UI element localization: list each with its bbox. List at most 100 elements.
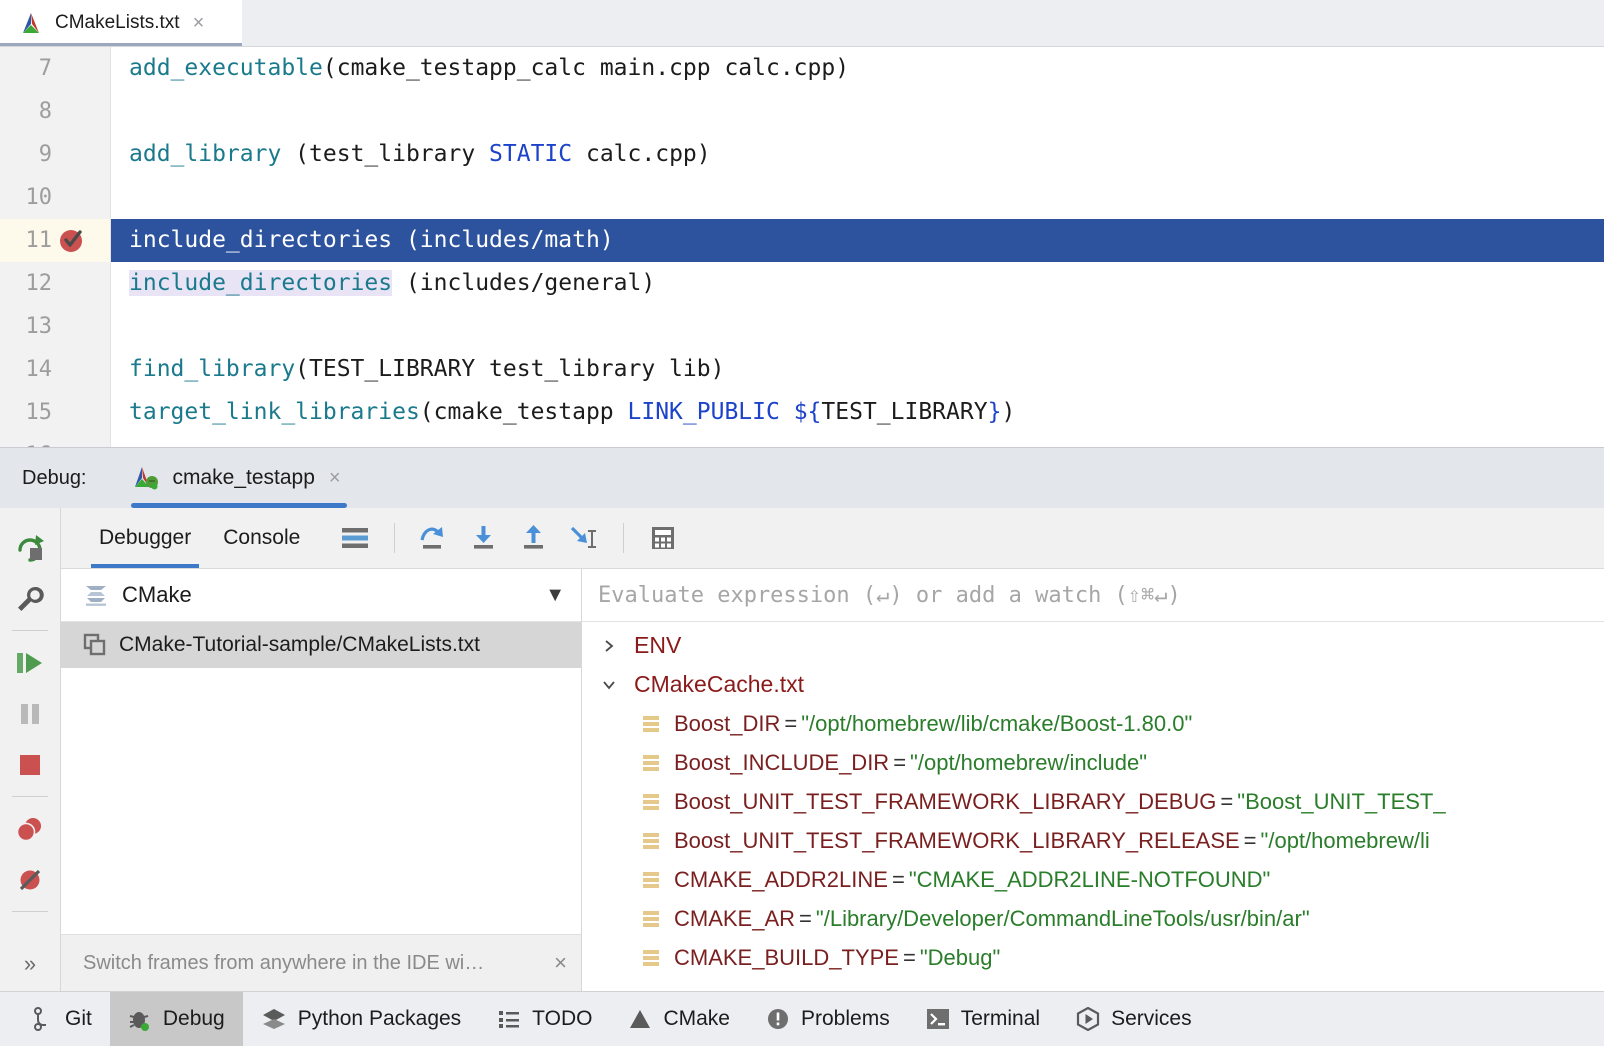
code-line[interactable]: 7 add_executable(cmake_testapp_calc main.…	[0, 47, 1604, 90]
variable-group-row[interactable]: ENV	[582, 626, 1604, 665]
variable-value: "/opt/homebrew/lib/cmake/Boost-1.80.0"	[801, 710, 1193, 736]
editor-gutter[interactable]: 8	[0, 90, 111, 133]
thread-selector[interactable]: CMake ▼	[61, 569, 581, 622]
tab-debugger[interactable]: Debugger	[83, 508, 207, 568]
breakpoint-icon[interactable]	[58, 227, 85, 254]
editor-gutter[interactable]: 15	[0, 391, 111, 434]
clion-window: CMakeLists.txt × 7 add_executable(cmake_t…	[0, 0, 1604, 1046]
more-actions-button[interactable]: »	[24, 951, 36, 977]
calculator-icon[interactable]	[638, 514, 688, 562]
variable-row[interactable]: Boost_UNIT_TEST_FRAMEWORK_LIBRARY_RELEAS…	[582, 821, 1604, 860]
code-line[interactable]: 10	[0, 176, 1604, 219]
editor-tab-cmakelists[interactable]: CMakeLists.txt ×	[0, 0, 242, 46]
variable-name: Boost_UNIT_TEST_FRAMEWORK_LIBRARY_DEBUG	[674, 788, 1217, 814]
close-icon[interactable]: ×	[191, 13, 207, 33]
code-token: (TEST_LIBRARY test_library lib)	[295, 356, 725, 382]
pause-icon[interactable]	[2, 688, 58, 739]
status-bar-item-terminal[interactable]: Terminal	[908, 992, 1058, 1046]
variable-name: Boost_INCLUDE_DIR	[674, 749, 890, 775]
step-into-icon[interactable]	[459, 514, 509, 562]
step-out-icon[interactable]	[509, 514, 559, 562]
evaluate-expression-input[interactable]: Evaluate expression (↵) or add a watch (…	[582, 569, 1604, 622]
code-token: calc.cpp)	[572, 141, 711, 167]
mute-breakpoints-icon[interactable]	[2, 854, 58, 905]
code-line[interactable]: 8	[0, 90, 1604, 133]
editor-gutter[interactable]: 10	[0, 176, 111, 219]
variable-name: CMAKE_ADDR2LINE	[674, 866, 888, 892]
status-bar-item-todo[interactable]: TODO	[479, 992, 610, 1046]
editor-gutter[interactable]: 9	[0, 133, 111, 176]
status-bar-item-debug[interactable]: Debug	[109, 992, 243, 1046]
code-token: ${	[793, 399, 822, 425]
variable-group-row[interactable]: CMakeCache.txt	[582, 665, 1604, 704]
variable-icon	[636, 791, 666, 813]
close-icon[interactable]: ×	[554, 950, 567, 976]
wrench-icon[interactable]	[2, 573, 58, 624]
status-bar-item-label: Debug	[162, 1007, 225, 1030]
variable-icon	[636, 908, 666, 930]
editor-gutter[interactable]: 11	[0, 219, 111, 262]
code-line[interactable]: 11 include_directories (includes/math)	[0, 219, 1604, 262]
code-token: add_library	[129, 141, 282, 167]
variables-tree[interactable]: ENV CMakeCache.txt Boost_DIR = "/opt/homeb…	[582, 622, 1604, 991]
code-editor[interactable]: 7 add_executable(cmake_testapp_calc main.…	[0, 47, 1604, 447]
code-token: (cmake_testapp_calc main.cpp calc.cpp)	[322, 55, 850, 81]
tab-console[interactable]: Console	[207, 508, 316, 568]
toolbar-divider	[12, 796, 48, 797]
close-icon[interactable]: ×	[327, 468, 343, 488]
stop-icon[interactable]	[2, 739, 58, 790]
chevron-down-icon[interactable]: ▼	[545, 584, 565, 607]
resume-icon[interactable]	[2, 637, 58, 688]
editor-gutter[interactable]: 16	[0, 434, 111, 447]
variable-row[interactable]: Boost_DIR = "/opt/homebrew/lib/cmake/Boo…	[582, 704, 1604, 743]
variable-row[interactable]: Boost_UNIT_TEST_FRAMEWORK_LIBRARY_DEBUG …	[582, 782, 1604, 821]
list-icon	[497, 1008, 521, 1030]
editor-gutter[interactable]: 12	[0, 262, 111, 305]
code-line[interactable]: 15 target_link_libraries(cmake_testapp LI…	[0, 391, 1604, 434]
variable-icon	[636, 947, 666, 969]
run-configuration-tab[interactable]: cmake_testapp ×	[130, 448, 347, 508]
run-to-cursor-icon[interactable]	[559, 514, 609, 562]
frames-pane: CMake ▼ CMake-Tutorial-sample/CMakeLists…	[61, 569, 582, 991]
variable-row[interactable]: CMAKE_ADDR2LINE = "CMAKE_ADDR2LINE-NOTFO…	[582, 860, 1604, 899]
code-line[interactable]: 12 include_directories (includes/general)	[0, 262, 1604, 305]
code-line[interactable]: 16	[0, 434, 1604, 447]
status-bar-item-cmake[interactable]: CMake	[610, 992, 748, 1046]
variable-group-name: CMakeCache.txt	[634, 671, 805, 697]
status-bar-item-git[interactable]: Git	[14, 992, 110, 1046]
status-bar-item-services[interactable]: Services	[1058, 992, 1210, 1046]
variable-value: "/opt/homebrew/li	[1260, 827, 1430, 853]
debug-tool-window: » Debugger Console CMake ▼ CMake-Tutoria…	[0, 508, 1604, 991]
variable-icon	[636, 713, 666, 735]
chevron-down-icon[interactable]	[594, 677, 624, 693]
status-bar-item-problems[interactable]: Problems	[748, 992, 908, 1046]
variable-row[interactable]: CMAKE_AR = "/Library/Developer/CommandLi…	[582, 899, 1604, 938]
rerun-button[interactable]	[2, 522, 58, 573]
editor-gutter[interactable]: 14	[0, 348, 111, 391]
code-line[interactable]: 14 find_library(TEST_LIBRARY test_library…	[0, 348, 1604, 391]
variable-value: "Debug"	[919, 944, 1001, 970]
status-bar-item-python-packages[interactable]: Python Packages	[243, 992, 479, 1046]
variable-equals: =	[1220, 788, 1234, 814]
variable-row[interactable]: Boost_INCLUDE_DIR = "/opt/homebrew/inclu…	[582, 743, 1604, 782]
step-over-icon[interactable]	[409, 514, 459, 562]
toolbar-divider	[623, 523, 625, 553]
code-line[interactable]: 9 add_library (test_library STATIC calc.c…	[0, 133, 1604, 176]
editor-gutter[interactable]: 13	[0, 305, 111, 348]
debugger-panes: CMake ▼ CMake-Tutorial-sample/CMakeLists…	[61, 569, 1604, 991]
frame-row[interactable]: CMake-Tutorial-sample/CMakeLists.txt	[61, 622, 581, 668]
frames-hint-banner: Switch frames from anywhere in the IDE w…	[61, 934, 581, 991]
terminal-icon	[926, 1008, 950, 1030]
git-branch-icon	[32, 1007, 54, 1031]
layout-icon[interactable]	[330, 514, 380, 562]
debug-window-label: Debug:	[22, 466, 87, 489]
variable-name: CMAKE_BUILD_TYPE	[674, 944, 899, 970]
code-token: STATIC	[489, 141, 573, 167]
chevron-right-icon[interactable]	[594, 638, 624, 654]
breakpoints-icon[interactable]	[2, 803, 58, 854]
code-line[interactable]: 13	[0, 305, 1604, 348]
variable-name: Boost_DIR	[674, 710, 781, 736]
line-number: 12	[25, 271, 53, 296]
variable-row[interactable]: CMAKE_BUILD_TYPE = "Debug"	[582, 938, 1604, 977]
editor-gutter[interactable]: 7	[0, 47, 111, 90]
